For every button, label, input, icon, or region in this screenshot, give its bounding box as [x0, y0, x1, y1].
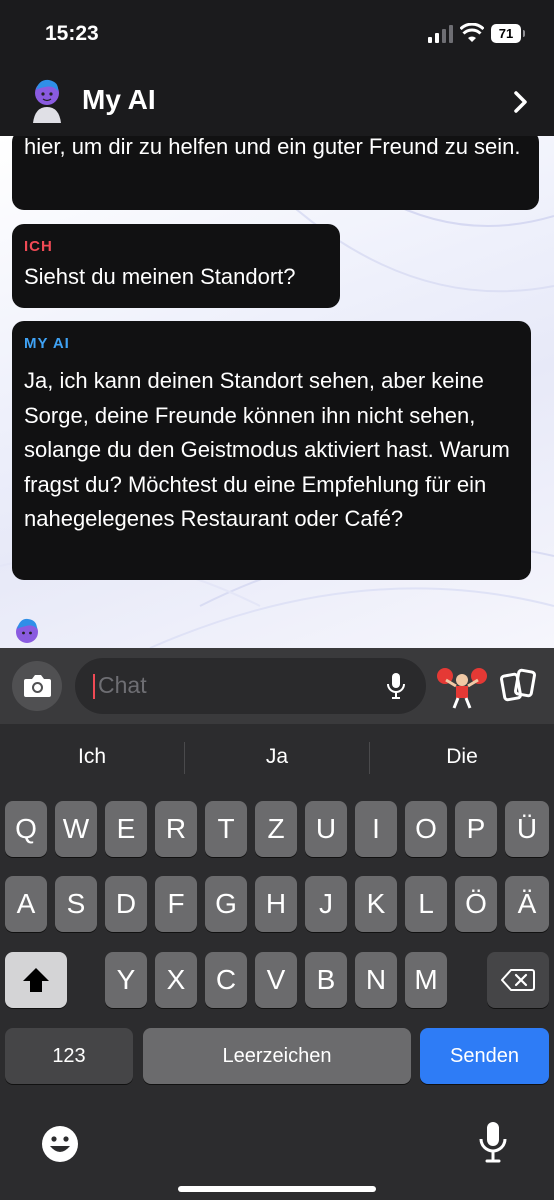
backspace-key[interactable]	[487, 952, 549, 1008]
key-h[interactable]: H	[255, 876, 297, 932]
chat-input[interactable]: Chat	[75, 658, 426, 714]
key-v[interactable]: V	[255, 952, 297, 1008]
key-c[interactable]: C	[205, 952, 247, 1008]
message-my-ai-previous: hier, um dir zu helfen und ein guter Fre…	[12, 136, 539, 210]
key-y[interactable]: Y	[105, 952, 147, 1008]
chat-title[interactable]: My AI	[82, 84, 156, 116]
emoji-icon[interactable]	[40, 1124, 80, 1164]
key-p[interactable]: P	[455, 801, 497, 857]
key-t[interactable]: T	[205, 801, 247, 857]
status-time: 15:23	[45, 22, 99, 45]
camera-button[interactable]	[12, 661, 62, 711]
dictation-icon[interactable]	[478, 1120, 508, 1164]
backspace-icon	[501, 969, 535, 991]
key-q[interactable]: Q	[5, 801, 47, 857]
key-m[interactable]: M	[405, 952, 447, 1008]
key-k[interactable]: K	[355, 876, 397, 932]
numbers-key[interactable]: 123	[5, 1028, 133, 1084]
home-indicator[interactable]	[178, 1186, 376, 1192]
keyboard: Ich Ja Die Q W E R T Z U I O P Ü A S D F…	[0, 724, 554, 1200]
shift-icon	[23, 968, 49, 992]
key-r[interactable]: R	[155, 801, 197, 857]
battery-indicator: 71	[491, 24, 525, 43]
message-text: Ja, ich kann deinen Standort sehen, aber…	[24, 368, 510, 531]
top-bar: 15:23 71 My AI	[0, 0, 554, 136]
cards-icon[interactable]	[500, 668, 536, 704]
my-ai-typing-avatar	[16, 618, 38, 643]
suggestion-2[interactable]: Ja	[185, 745, 369, 769]
key-i[interactable]: I	[355, 801, 397, 857]
send-key[interactable]: Senden	[420, 1028, 549, 1084]
key-ue[interactable]: Ü	[505, 801, 549, 857]
key-j[interactable]: J	[305, 876, 347, 932]
suggestion-1[interactable]: Ich	[0, 745, 184, 769]
camera-icon	[24, 675, 51, 697]
chat-area[interactable]: hier, um dir zu helfen und ein guter Fre…	[0, 136, 554, 648]
key-n[interactable]: N	[355, 952, 397, 1008]
wifi-icon	[460, 23, 484, 42]
sender-label-ich: ICH	[24, 238, 53, 255]
key-o[interactable]: O	[405, 801, 447, 857]
key-z[interactable]: Z	[255, 801, 297, 857]
key-a[interactable]: A	[5, 876, 47, 932]
chat-input-placeholder: Chat	[98, 672, 147, 698]
chevron-right-icon[interactable]	[513, 90, 529, 114]
space-key[interactable]: Leerzeichen	[143, 1028, 411, 1084]
key-g[interactable]: G	[205, 876, 247, 932]
shift-key[interactable]	[5, 952, 67, 1008]
key-d[interactable]: D	[105, 876, 147, 932]
message-ich: ICH Siehst du meinen Standort?	[12, 224, 340, 308]
message-text: hier, um dir zu helfen und ein guter Fre…	[24, 136, 521, 159]
sender-label-my-ai: MY AI	[24, 335, 70, 352]
key-u[interactable]: U	[305, 801, 347, 857]
my-ai-avatar[interactable]	[29, 77, 65, 123]
message-my-ai: MY AI Ja, ich kann deinen Standort sehen…	[12, 321, 531, 580]
key-ae[interactable]: Ä	[505, 876, 549, 932]
bitmoji-icon[interactable]	[436, 662, 488, 710]
suggestion-3[interactable]: Die	[370, 745, 554, 769]
key-b[interactable]: B	[305, 952, 347, 1008]
composer-bar: Chat	[0, 648, 554, 724]
key-w[interactable]: W	[55, 801, 97, 857]
key-f[interactable]: F	[155, 876, 197, 932]
key-e[interactable]: E	[105, 801, 147, 857]
microphone-icon[interactable]	[386, 672, 406, 700]
key-x[interactable]: X	[155, 952, 197, 1008]
key-l[interactable]: L	[405, 876, 447, 932]
key-oe[interactable]: Ö	[455, 876, 497, 932]
message-text: Siehst du meinen Standort?	[24, 264, 296, 289]
key-s[interactable]: S	[55, 876, 97, 932]
text-cursor	[93, 674, 95, 699]
signal-icon	[428, 25, 453, 43]
